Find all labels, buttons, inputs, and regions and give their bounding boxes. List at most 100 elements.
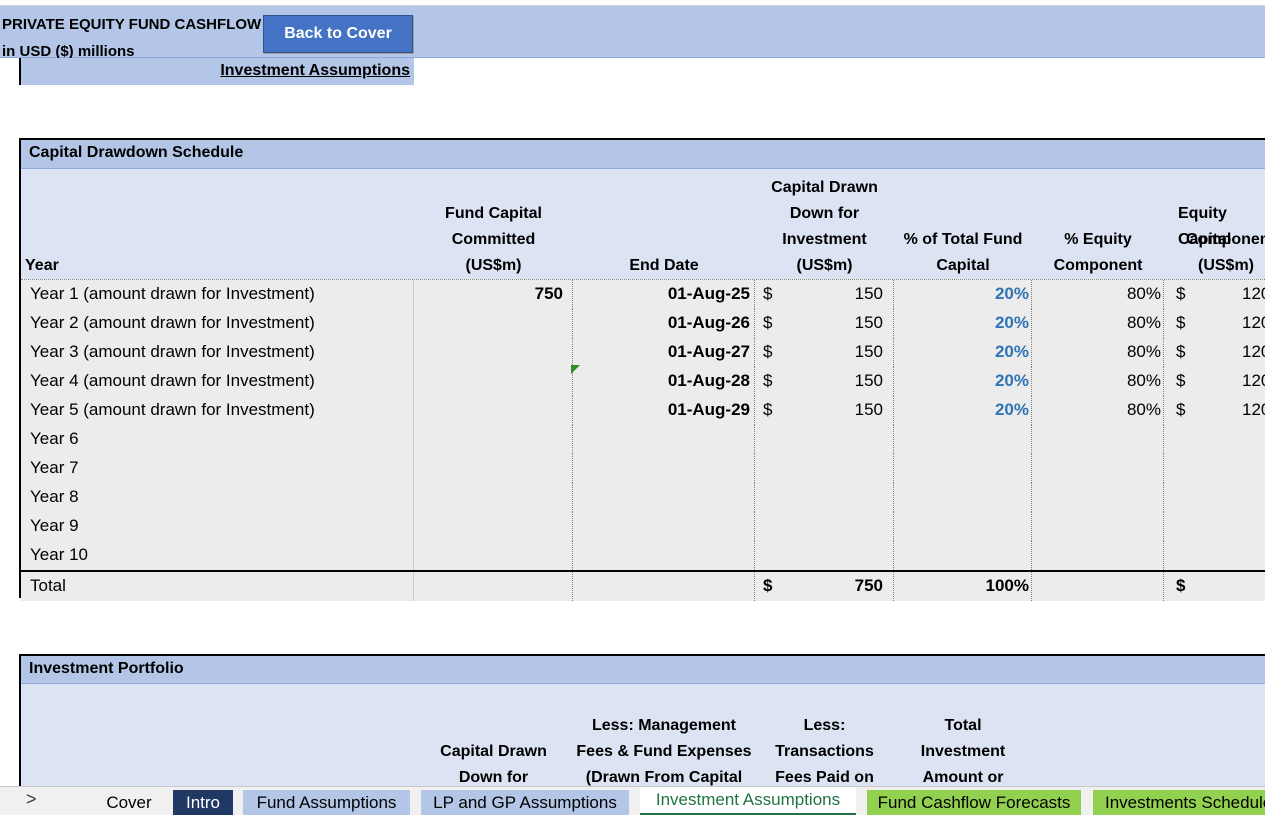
- col-fund-capital-2: Committed: [451, 231, 536, 248]
- drawn-cell[interactable]: $150: [755, 367, 894, 396]
- equity-pct-cell[interactable]: [1032, 541, 1164, 570]
- equity-capital-cell[interactable]: $120: [1164, 396, 1265, 425]
- tab-investments-schedule[interactable]: Investments Schedule: [1093, 790, 1265, 815]
- pct-total-cell[interactable]: [894, 483, 1032, 512]
- end-date-cell[interactable]: [573, 425, 755, 454]
- year-cell[interactable]: Year 3 (amount drawn for Investment): [21, 338, 414, 367]
- fund-capital-cell[interactable]: [414, 425, 573, 454]
- year-cell[interactable]: Year 5 (amount drawn for Investment): [21, 396, 414, 425]
- equity-capital-cell[interactable]: $120: [1164, 309, 1265, 338]
- end-date-cell[interactable]: [573, 483, 755, 512]
- drawn-cell[interactable]: [755, 541, 894, 570]
- total-equity-capital-cell[interactable]: $600: [1164, 572, 1265, 601]
- equity-pct-cell[interactable]: [1032, 512, 1164, 541]
- equity-pct-cell[interactable]: 80%: [1032, 367, 1164, 396]
- fund-capital-cell[interactable]: 750: [414, 280, 573, 309]
- drawn-cell[interactable]: $150: [755, 338, 894, 367]
- sheet-label-link[interactable]: Investment Assumptions: [220, 62, 410, 80]
- year-cell[interactable]: Year 1 (amount drawn for Investment): [21, 280, 414, 309]
- tab-fund-assumptions[interactable]: Fund Assumptions: [243, 790, 410, 815]
- tab-fund-cashflow-forecasts[interactable]: Fund Cashflow Forecasts: [867, 790, 1081, 815]
- total-drawn-amount: 750: [854, 576, 883, 595]
- year-cell[interactable]: Year 8: [21, 483, 414, 512]
- equity-capital-cell[interactable]: [1164, 512, 1265, 541]
- equity-pct-cell[interactable]: [1032, 483, 1164, 512]
- tab-cover[interactable]: Cover: [96, 790, 162, 815]
- equity-pct-cell[interactable]: [1032, 425, 1164, 454]
- drawn-amount: 150: [854, 400, 883, 419]
- fund-capital-cell[interactable]: [414, 338, 573, 367]
- pct-total-cell[interactable]: 20%: [894, 309, 1032, 338]
- equity-capital-cell[interactable]: $120: [1164, 367, 1265, 396]
- col-equity-2: Component: [1053, 257, 1143, 274]
- end-date-cell[interactable]: 01-Aug-28: [573, 367, 755, 396]
- year-cell[interactable]: Year 6: [21, 425, 414, 454]
- fund-capital-cell[interactable]: [414, 367, 573, 396]
- year-cell[interactable]: Year 7: [21, 454, 414, 483]
- fund-capital-cell[interactable]: [414, 541, 573, 570]
- table-row: Year 1 (amount drawn for Investment) 750…: [21, 280, 1265, 309]
- fund-capital-cell[interactable]: [414, 309, 573, 338]
- year-cell[interactable]: Year 9: [21, 512, 414, 541]
- equity-capital-cell[interactable]: $120: [1164, 338, 1265, 367]
- drawn-cell[interactable]: [755, 483, 894, 512]
- equity-capital-cell[interactable]: [1164, 425, 1265, 454]
- back-to-cover-button[interactable]: Back to Cover: [263, 15, 413, 53]
- end-date-cell[interactable]: [573, 541, 755, 570]
- equity-capital-cell[interactable]: [1164, 541, 1265, 570]
- drawn-cell[interactable]: [755, 425, 894, 454]
- equity-pct-cell[interactable]: 80%: [1032, 338, 1164, 367]
- year-cell[interactable]: Year 4 (amount drawn for Investment): [21, 367, 414, 396]
- pct-total-cell[interactable]: [894, 425, 1032, 454]
- fund-capital-cell[interactable]: [414, 512, 573, 541]
- pct-total-cell[interactable]: [894, 541, 1032, 570]
- drawn-cell[interactable]: $150: [755, 280, 894, 309]
- pct-total-cell[interactable]: 20%: [894, 396, 1032, 425]
- drawn-cell[interactable]: [755, 512, 894, 541]
- fund-capital-cell[interactable]: [414, 572, 573, 601]
- pct-total-cell[interactable]: [894, 454, 1032, 483]
- total-drawn-cell[interactable]: $750: [755, 572, 894, 601]
- drawn-cell[interactable]: $150: [755, 396, 894, 425]
- drawn-cell[interactable]: [755, 454, 894, 483]
- drawn-cell[interactable]: $150: [755, 309, 894, 338]
- pct-total-cell[interactable]: 20%: [894, 338, 1032, 367]
- currency-symbol: $: [1176, 284, 1186, 303]
- year-cell[interactable]: Year 2 (amount drawn for Investment): [21, 309, 414, 338]
- end-date-cell[interactable]: [573, 454, 755, 483]
- equity-capital-cell[interactable]: [1164, 483, 1265, 512]
- total-label[interactable]: Total: [21, 572, 414, 601]
- tab-lp-gp-assumptions[interactable]: LP and GP Assumptions: [421, 790, 629, 815]
- fund-capital-cell[interactable]: [414, 396, 573, 425]
- scroll-tabs-right-icon[interactable]: >: [26, 789, 37, 810]
- fund-capital-cell[interactable]: [414, 454, 573, 483]
- equity-pct-cell[interactable]: 80%: [1032, 396, 1164, 425]
- equity-pct-cell[interactable]: [1032, 572, 1164, 601]
- end-date-cell[interactable]: 01-Aug-27: [573, 338, 755, 367]
- equity-pct-cell[interactable]: [1032, 454, 1164, 483]
- end-date-cell[interactable]: 01-Aug-29: [573, 396, 755, 425]
- total-row: Total $750 100% $600: [21, 570, 1265, 601]
- equity-pct-cell[interactable]: 80%: [1032, 280, 1164, 309]
- total-pct-cell[interactable]: 100%: [894, 572, 1032, 601]
- equity-capital-amount: 120: [1242, 400, 1265, 419]
- end-date-cell[interactable]: [573, 572, 755, 601]
- col-total-1: Total: [944, 717, 982, 734]
- equity-capital-cell[interactable]: $120: [1164, 280, 1265, 309]
- end-date-cell[interactable]: 01-Aug-26: [573, 309, 755, 338]
- tab-investment-assumptions[interactable]: Investment Assumptions: [640, 787, 856, 815]
- tab-intro[interactable]: Intro: [173, 790, 233, 815]
- end-date-cell[interactable]: 01-Aug-25: [573, 280, 755, 309]
- pct-total-cell[interactable]: 20%: [894, 367, 1032, 396]
- col-drawn-1: Capital Drawn: [771, 179, 878, 196]
- pct-total-cell[interactable]: 20%: [894, 280, 1032, 309]
- pct-total-cell[interactable]: [894, 512, 1032, 541]
- table-row: Year 10: [21, 541, 1265, 570]
- col-tx-2: Transactions: [775, 743, 874, 760]
- equity-capital-cell[interactable]: [1164, 454, 1265, 483]
- end-date-cell[interactable]: [573, 512, 755, 541]
- currency-symbol: $: [763, 576, 773, 595]
- equity-pct-cell[interactable]: 80%: [1032, 309, 1164, 338]
- fund-capital-cell[interactable]: [414, 483, 573, 512]
- year-cell[interactable]: Year 10: [21, 541, 414, 570]
